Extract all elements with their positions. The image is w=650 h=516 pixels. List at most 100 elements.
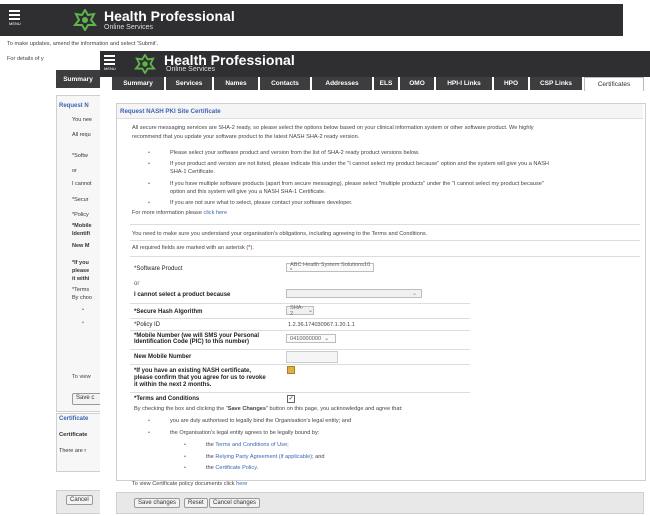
agree-item: you are duly authorised to legally bind … bbox=[170, 418, 352, 424]
back-brand-subtitle: Online Services bbox=[104, 24, 154, 31]
sub-item-suffix: ; bbox=[287, 442, 289, 448]
required-note-close: ). bbox=[250, 245, 254, 251]
agree-item: the Organisation's legal entity agrees t… bbox=[170, 430, 320, 436]
back-side-line: please bbox=[72, 268, 90, 274]
certificate-policy-link[interactable]: Certificate Policy bbox=[215, 465, 256, 471]
tab-csp-links[interactable]: CSP Links bbox=[530, 77, 582, 90]
checkmark-icon: ✓ bbox=[288, 396, 294, 402]
policy-docs-prefix: To view Certificate policy documents cli… bbox=[132, 481, 237, 487]
sub-item-prefix: the bbox=[206, 465, 216, 471]
back-side-line: it withi bbox=[72, 276, 90, 282]
front-brand-subtitle: Online Services bbox=[166, 66, 216, 73]
back-brand-title: Health Professional bbox=[104, 8, 235, 24]
back-side-line: *Policy bbox=[72, 212, 89, 218]
bullet: • bbox=[184, 465, 186, 471]
tab-services[interactable]: Services bbox=[166, 77, 212, 90]
software-product-select[interactable]: ABC Health System Solutions10 * bbox=[286, 261, 374, 274]
software-product-value: ABC Health System Solutions10 * bbox=[290, 261, 371, 274]
back-menu-label: MENU bbox=[9, 21, 21, 26]
hash-algorithm-select[interactable]: SHA-2 ⌄ bbox=[286, 304, 314, 317]
tab-els[interactable]: ELS bbox=[374, 77, 398, 90]
chevron-down-icon: ⌄ bbox=[324, 336, 330, 342]
relying-party-link[interactable]: Relying Party Agreement (if applicable) bbox=[215, 454, 312, 460]
policy-id-label: *Policy ID bbox=[134, 322, 161, 328]
back-side-line: *Secur bbox=[72, 197, 89, 203]
back-side-line: *Terms bbox=[72, 287, 90, 293]
required-note-text: All required fields are marked with an a… bbox=[132, 245, 249, 251]
tab-omo[interactable]: OMO bbox=[400, 77, 434, 90]
agree-prefix: By checking the box and clicking the " bbox=[134, 406, 228, 412]
bullet: • bbox=[184, 442, 186, 448]
instruction-item: If your product and version are not list… bbox=[170, 161, 549, 167]
software-product-label: *Software Product bbox=[134, 266, 183, 272]
bullet: • bbox=[148, 430, 150, 436]
back-bullet: • bbox=[82, 307, 84, 313]
intro-line-1: All secure messaging services are SHA-2 … bbox=[132, 125, 534, 131]
tab-hpo[interactable]: HPO bbox=[494, 77, 528, 90]
back-details-text: For details of y bbox=[7, 56, 44, 62]
mobile-number-select[interactable]: 0410000000 ⌄ bbox=[286, 334, 336, 343]
back-tab-summary[interactable]: Summary bbox=[56, 70, 100, 88]
cannot-select-dropdown[interactable]: ⌄ bbox=[286, 289, 422, 298]
back-intro-text: To make updates, amend the information a… bbox=[7, 41, 159, 47]
divider bbox=[130, 256, 640, 257]
required-note: All required fields are marked with an a… bbox=[132, 245, 254, 251]
sub-item-suffix: ; and bbox=[312, 454, 325, 460]
hash-algorithm-label: *Secure Hash Algorithm bbox=[134, 309, 203, 315]
bullet: • bbox=[148, 418, 150, 424]
existing-label-line-1: *If you have an existing NASH certificat… bbox=[134, 368, 252, 374]
chevron-down-icon: ⌄ bbox=[307, 308, 313, 314]
back-certificate-tab[interactable]: Certificate bbox=[59, 432, 87, 438]
bullet: • bbox=[148, 181, 150, 187]
sub-item-suffix: . bbox=[256, 465, 259, 471]
new-mobile-label: New Mobile Number bbox=[134, 354, 192, 360]
divider bbox=[130, 364, 470, 365]
tab-addresses[interactable]: Addresses bbox=[312, 77, 372, 90]
terms-checkbox[interactable]: ✓ bbox=[287, 395, 295, 403]
front-logo-icon bbox=[134, 54, 156, 74]
mobile-label-line-2: Identification Code (PIC) to this number… bbox=[134, 339, 249, 345]
tab-contacts[interactable]: Contacts bbox=[260, 77, 310, 90]
instruction-item: If you are not sure what to select, plea… bbox=[170, 200, 353, 206]
save-changes-button[interactable]: Save changes bbox=[134, 498, 181, 508]
tab-summary[interactable]: Summary bbox=[112, 77, 164, 90]
mobile-number-label: *Mobile Number (we will SMS your Persona… bbox=[134, 333, 259, 345]
divider bbox=[130, 224, 640, 225]
tab-names[interactable]: Names bbox=[214, 77, 258, 90]
sub-item: the Terms and Conditions of Use; bbox=[206, 442, 289, 448]
divider bbox=[130, 240, 640, 241]
front-menu-button[interactable]: MENU bbox=[104, 55, 116, 71]
chevron-down-icon: ⌄ bbox=[411, 291, 417, 297]
agree-suffix: " button on this page, you acknowledge a… bbox=[265, 406, 403, 412]
more-info-link[interactable]: click here bbox=[204, 210, 228, 216]
back-cancel-button[interactable]: Cancel bbox=[66, 495, 93, 505]
hash-algorithm-value: SHA-2 bbox=[290, 304, 304, 317]
back-side-line: You nee bbox=[72, 117, 92, 123]
policy-docs-link[interactable]: here bbox=[236, 481, 247, 487]
sub-item: the Certificate Policy. bbox=[206, 465, 258, 471]
existing-certificate-checkbox[interactable] bbox=[287, 366, 295, 374]
terms-conditions-link[interactable]: Terms and Conditions of Use bbox=[215, 442, 287, 448]
cancel-changes-button[interactable]: Cancel changes bbox=[209, 498, 261, 508]
back-there-are-text: There are r bbox=[59, 448, 87, 454]
tab-certificates[interactable]: Certificates bbox=[584, 77, 644, 91]
instruction-item: If you have multiple software products (… bbox=[170, 181, 544, 187]
intro-line-2: recommend that you update your software … bbox=[132, 134, 360, 140]
reset-button[interactable]: Reset bbox=[184, 498, 208, 508]
back-side-line: or bbox=[72, 168, 77, 174]
sub-item: the Relying Party Agreement (if applicab… bbox=[206, 454, 325, 460]
policy-docs-text: To view Certificate policy documents cli… bbox=[132, 481, 247, 487]
existing-label-line-3: it within the next 2 months. bbox=[134, 382, 212, 388]
new-mobile-input[interactable] bbox=[286, 351, 338, 363]
more-info-prefix: For more information please bbox=[132, 210, 204, 216]
instruction-item: Please select your software product and … bbox=[170, 150, 420, 156]
instruction-item: option and this system will give you a N… bbox=[170, 189, 326, 195]
back-logo-icon bbox=[73, 9, 97, 31]
back-bullet: • bbox=[82, 320, 84, 326]
policy-id-value: 1.2.36.174030967.1.20.1.1 bbox=[288, 322, 355, 328]
sub-item-prefix: the bbox=[206, 454, 216, 460]
mobile-number-value: 0410000000 bbox=[290, 335, 322, 342]
back-menu-button[interactable]: MENU bbox=[9, 10, 21, 26]
tab-hpi-i-links[interactable]: HPI-I Links bbox=[436, 77, 492, 90]
existing-label-line-2: please confirm that you agree for us to … bbox=[134, 375, 266, 381]
